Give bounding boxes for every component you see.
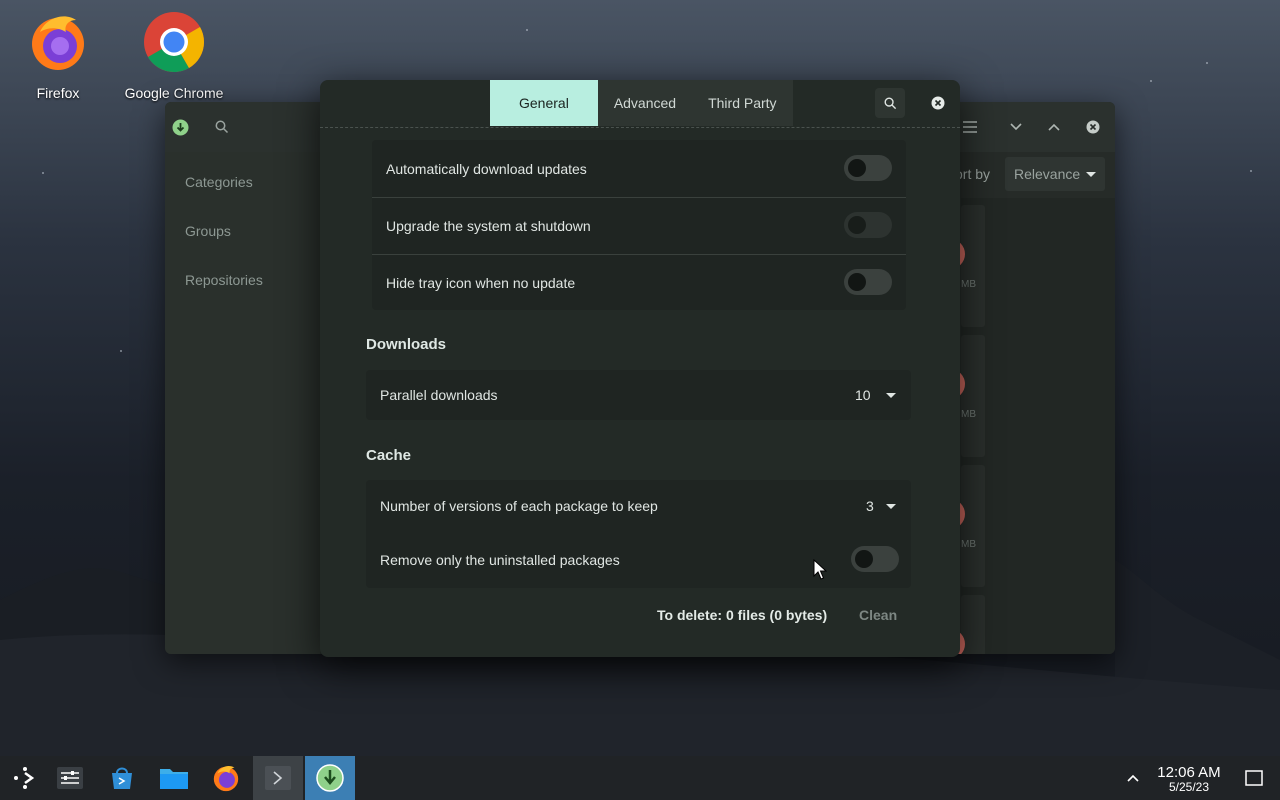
- package-manager-taskbar-button[interactable]: [305, 756, 355, 800]
- terminal-icon: [265, 766, 291, 790]
- cache-title: Cache: [366, 447, 412, 464]
- remove-uninstalled-label: Remove only the uninstalled packages: [380, 552, 620, 568]
- hide-tray-row: Hide tray icon when no update: [372, 254, 906, 311]
- firefox-label: Firefox: [36, 85, 80, 101]
- chrome-icon: [144, 12, 205, 73]
- package-size: MB: [961, 409, 976, 420]
- file-manager-button[interactable]: [149, 756, 199, 800]
- clean-button[interactable]: Clean: [859, 607, 897, 623]
- menu-icon[interactable]: [962, 120, 978, 134]
- firefox-icon: [213, 766, 239, 792]
- parallel-downloads-value: 10: [855, 387, 871, 403]
- search-icon[interactable]: [215, 120, 229, 134]
- clock-time[interactable]: 12:06 AM: [1152, 764, 1226, 781]
- tab-third-party[interactable]: Third Party: [692, 80, 793, 126]
- terminal-taskbar-button[interactable]: [253, 756, 303, 800]
- sidebar-item-categories[interactable]: Categories: [185, 174, 253, 190]
- auto-download-toggle[interactable]: [844, 155, 892, 181]
- settings-sliders-icon: [57, 767, 83, 789]
- package-card[interactable]: [961, 205, 985, 327]
- upgrade-shutdown-label: Upgrade the system at shutdown: [386, 218, 591, 234]
- close-icon: [931, 96, 945, 110]
- launcher-icon: [14, 767, 35, 789]
- upgrade-shutdown-row: Upgrade the system at shutdown: [372, 197, 906, 254]
- tab-bar: General Advanced Third Party: [490, 80, 793, 126]
- sort-dropdown[interactable]: Relevance: [1005, 157, 1105, 191]
- sidebar-item-groups[interactable]: Groups: [185, 223, 231, 239]
- tab-general[interactable]: General: [490, 80, 598, 126]
- hide-tray-toggle[interactable]: [844, 269, 892, 295]
- search-button[interactable]: [875, 88, 905, 118]
- updates-group: Automatically download updates Upgrade t…: [372, 140, 906, 310]
- chevron-down-icon: [1086, 172, 1096, 177]
- system-settings-button[interactable]: [45, 756, 95, 800]
- parallel-downloads-label: Parallel downloads: [380, 387, 498, 403]
- sidebar: Categories Groups Repositories: [165, 152, 320, 654]
- tray-expand-icon[interactable]: [1126, 772, 1140, 784]
- minimize-icon[interactable]: [1009, 120, 1023, 134]
- hide-tray-label: Hide tray icon when no update: [386, 275, 576, 291]
- chrome-desktop-icon[interactable]: Google Chrome: [119, 10, 229, 101]
- chevron-down-icon: [886, 393, 896, 398]
- firefox-icon: [32, 16, 84, 70]
- auto-download-label: Automatically download updates: [386, 161, 587, 177]
- app-logo-icon: [172, 119, 189, 136]
- parallel-downloads-combo[interactable]: 10: [836, 378, 902, 412]
- app-launcher-button[interactable]: [0, 756, 50, 800]
- package-size: MB: [961, 539, 976, 550]
- upgrade-shutdown-toggle[interactable]: [844, 212, 892, 238]
- versions-label: Number of versions of each package to ke…: [380, 498, 658, 514]
- cache-group: Number of versions of each package to ke…: [366, 480, 911, 588]
- package-size: MB: [961, 279, 976, 290]
- store-bag-icon: [112, 767, 132, 789]
- firefox-desktop-icon[interactable]: Firefox: [3, 10, 113, 101]
- sidebar-item-repositories[interactable]: Repositories: [185, 272, 263, 288]
- sort-by-label: ort by: [955, 166, 991, 182]
- folder-icon: [160, 769, 188, 789]
- preferences-dialog: General Advanced Third Party Automatical…: [320, 80, 960, 657]
- auto-download-row: Automatically download updates: [372, 140, 906, 197]
- mouse-cursor-icon: [813, 559, 827, 580]
- download-arrow-icon: [316, 764, 344, 792]
- to-delete-summary: To delete: 0 files (0 bytes): [657, 607, 828, 623]
- taskbar: [0, 756, 1280, 800]
- close-window-icon[interactable]: [1086, 120, 1100, 134]
- maximize-icon[interactable]: [1047, 120, 1061, 134]
- clock-date[interactable]: 5/25/23: [1152, 780, 1226, 794]
- close-dialog-button[interactable]: [923, 88, 953, 118]
- downloads-group: Parallel downloads 10: [366, 370, 911, 420]
- package-card[interactable]: [961, 465, 985, 587]
- chrome-label: Google Chrome: [124, 85, 224, 101]
- downloads-title: Downloads: [366, 336, 447, 353]
- package-card[interactable]: [961, 335, 985, 457]
- search-icon: [884, 97, 896, 109]
- versions-combo[interactable]: 3: [836, 489, 902, 523]
- versions-value: 3: [866, 498, 874, 514]
- show-desktop-icon[interactable]: [1245, 770, 1263, 786]
- chevron-down-icon: [886, 504, 896, 509]
- remove-uninstalled-toggle[interactable]: [851, 546, 899, 572]
- firefox-taskbar-button[interactable]: [201, 756, 251, 800]
- sort-value: Relevance: [1014, 166, 1081, 182]
- discover-store-button[interactable]: [97, 756, 147, 800]
- tab-advanced[interactable]: Advanced: [597, 80, 693, 126]
- dialog-header: General Advanced Third Party: [320, 80, 960, 128]
